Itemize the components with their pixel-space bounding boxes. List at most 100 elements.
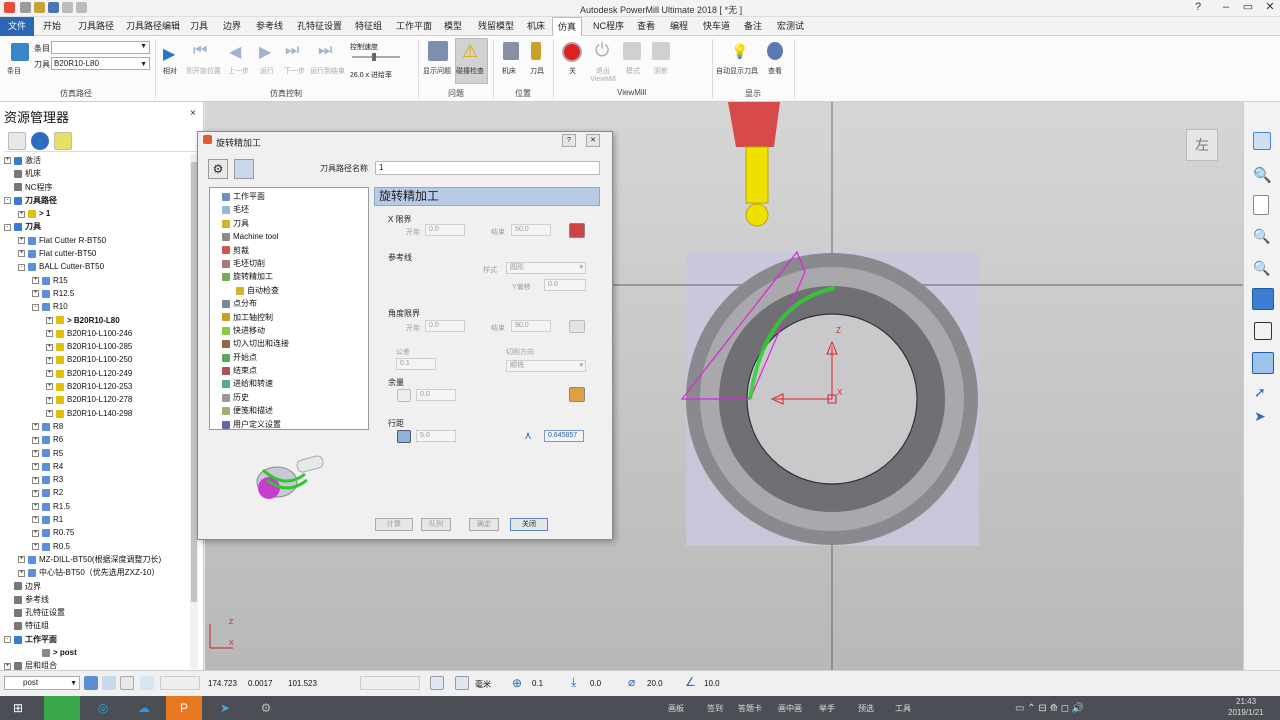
axis-icon[interactable] [102, 676, 116, 690]
tree-item[interactable]: - R10 [4, 300, 190, 313]
dialog-tree-item[interactable]: 历史 [214, 391, 368, 404]
template-icon[interactable] [234, 159, 254, 179]
show-issues-label[interactable]: 显示问题 [423, 66, 451, 76]
minimize-button[interactable]: – [1218, 1, 1234, 15]
item-button-label[interactable]: 条目 [7, 66, 21, 76]
step-forward-icon[interactable]: ⏭ [285, 42, 299, 60]
shade-label[interactable]: 阴影 [654, 66, 668, 76]
filter-icon[interactable] [54, 132, 72, 150]
start-icon[interactable]: ⊞ [0, 696, 36, 720]
solid-box-icon[interactable] [1252, 352, 1274, 374]
maximize-button[interactable]: ▭ [1240, 1, 1256, 15]
taskbar-item[interactable]: 签到 [707, 703, 723, 714]
queue-button[interactable]: 队列 [421, 518, 451, 531]
tool-button-label[interactable]: 刀具 [530, 66, 544, 76]
tree-item[interactable]: + R2 [4, 486, 190, 499]
iso-view-icon[interactable] [1253, 132, 1271, 150]
tab-start[interactable]: 开始 [38, 17, 66, 36]
tree-item[interactable]: + R0.75 [4, 526, 190, 539]
dialog-tree-item[interactable]: 结束点 [214, 364, 368, 377]
expand-toggle-icon[interactable]: + [32, 423, 39, 431]
path-name-input[interactable]: 1 [375, 161, 600, 175]
run-to-end-label[interactable]: 运行到结束 [310, 66, 345, 76]
dialog-tree-item[interactable]: 用户定义设置 [214, 418, 368, 431]
close-icon[interactable]: × [190, 108, 196, 119]
tree-item[interactable]: + B20R10-L100-250 [4, 353, 190, 366]
tolerance-icon[interactable]: ⊕ [512, 676, 522, 690]
run-to-end-icon[interactable]: ⏭ [318, 42, 332, 60]
run-icon[interactable]: ▶ [259, 42, 271, 62]
expand-toggle-icon[interactable]: + [4, 157, 11, 165]
x-limit-pick-icon[interactable] [569, 223, 585, 238]
redo-icon[interactable] [76, 2, 87, 13]
tab-nc-program[interactable]: NC程序 [588, 17, 629, 36]
dialog-tree-item[interactable]: 毛坯 [214, 203, 368, 216]
arrow-app-icon[interactable]: ➤ [207, 696, 243, 720]
tree-item[interactable]: + 中心钻-BT50（优先选用ZXZ-10） [4, 566, 190, 579]
speed-slider[interactable] [352, 53, 400, 61]
expand-toggle-icon[interactable]: + [18, 556, 25, 564]
taskbar-item[interactable]: 预选 [858, 703, 874, 714]
angle-start-input[interactable]: 0.0 [425, 320, 465, 332]
tree-item[interactable]: + MZ-DILL-BT50(根据深度调整刀长) [4, 553, 190, 566]
scallop-height-input[interactable]: 0.645857 [544, 430, 584, 442]
tree-item[interactable]: - 工作平面 [4, 633, 190, 646]
rewind-label[interactable]: 到开始位置 [186, 66, 221, 76]
expand-toggle-icon[interactable]: + [32, 503, 39, 511]
expand-toggle-icon[interactable]: + [46, 316, 53, 324]
tab-hole-features[interactable]: 孔特征设置 [292, 17, 347, 36]
tree-item[interactable]: + R1 [4, 513, 190, 526]
open-folder-icon[interactable] [34, 2, 45, 13]
taskbar-item[interactable]: 画板 [668, 703, 684, 714]
expand-toggle-icon[interactable]: - [4, 636, 11, 644]
expand-toggle-icon[interactable]: + [46, 370, 53, 378]
settings-app-icon[interactable]: ⚙ [248, 696, 284, 720]
tab-model[interactable]: 模型 [439, 17, 467, 36]
run-label[interactable]: 运行 [260, 66, 274, 76]
help-button[interactable]: ? [562, 134, 576, 147]
allowance-input[interactable]: 0.0 [416, 389, 456, 401]
tab-programming[interactable]: 编程 [665, 17, 693, 36]
zoom-in-icon[interactable]: 🔍 [1253, 228, 1270, 245]
tab-stock-model[interactable]: 残留模型 [473, 17, 519, 36]
snap-icon[interactable] [120, 676, 134, 690]
tab-reference-line[interactable]: 参考线 [251, 17, 288, 36]
expand-toggle-icon[interactable]: + [32, 449, 39, 457]
tree-item[interactable]: + R4 [4, 460, 190, 473]
item-icon[interactable] [11, 43, 29, 61]
workplane-icon[interactable] [84, 676, 98, 690]
expand-toggle-icon[interactable]: + [18, 210, 25, 218]
expand-toggle-icon[interactable]: + [18, 569, 25, 577]
tree-item[interactable]: - 刀具 [4, 220, 190, 233]
step-back-icon[interactable]: ◀ [229, 42, 241, 62]
expand-toggle-icon[interactable]: + [32, 290, 39, 298]
relative-button-label[interactable]: 相对 [163, 66, 177, 76]
show-issues-icon[interactable] [428, 41, 448, 61]
x-start-input[interactable]: 0.0 [425, 224, 465, 236]
tab-file[interactable]: 文件 [0, 17, 35, 36]
edge-browser-icon[interactable]: ◎ [85, 696, 121, 720]
expand-toggle-icon[interactable]: - [18, 263, 25, 271]
tool-icon[interactable] [531, 42, 541, 60]
step-forward-label[interactable]: 下一步 [284, 66, 305, 76]
dialog-tree-item[interactable]: Machine tool [214, 230, 368, 243]
record-off-icon[interactable] [562, 42, 582, 62]
calculate-button[interactable]: 计算 [375, 518, 413, 531]
exit-viewmill-label[interactable]: 退出 ViewMill [590, 66, 616, 83]
pointer-icon[interactable]: ➤ [1254, 408, 1266, 425]
expand-toggle-icon[interactable]: + [18, 250, 25, 258]
tree-item[interactable]: + R1.5 [4, 500, 190, 513]
diameter-icon[interactable]: ⌀ [628, 675, 635, 689]
expand-toggle-icon[interactable]: + [4, 662, 11, 670]
dialog-tree-item[interactable]: 点分布 [214, 297, 368, 310]
expand-toggle-icon[interactable]: + [46, 343, 53, 351]
auto-show-tool-label[interactable]: 自动显示刀具 [716, 66, 758, 76]
tree-item[interactable]: + B20R10-L100-285 [4, 340, 190, 353]
shaded-view-icon[interactable] [1252, 288, 1274, 310]
close-dialog-button[interactable]: 关闭 [510, 518, 548, 531]
wireframe-icon[interactable] [1254, 322, 1272, 340]
expand-toggle-icon[interactable]: + [18, 237, 25, 245]
taskbar-item[interactable]: 举手 [819, 703, 835, 714]
tab-view[interactable]: 查看 [632, 17, 660, 36]
expand-toggle-icon[interactable]: + [46, 356, 53, 364]
